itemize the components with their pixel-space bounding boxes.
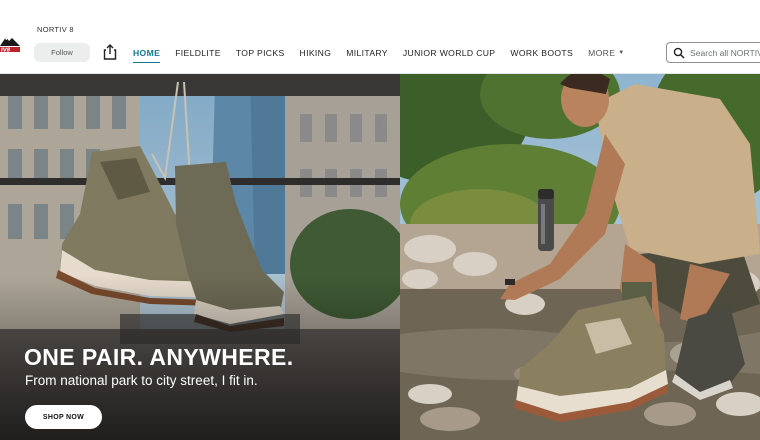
nav-item-military[interactable]: MILITARY: [346, 47, 388, 63]
brand-name: NORTIV 8: [37, 25, 74, 34]
share-icon[interactable]: [102, 43, 118, 61]
nav-more-dropdown[interactable]: MORE ▼: [588, 47, 624, 63]
store-nav: HOME FIELDLITE TOP PICKS HIKING MILITARY…: [133, 47, 625, 63]
shop-now-button[interactable]: SHOP NOW: [25, 405, 102, 429]
mountain-logo-icon[interactable]: IV8: [0, 32, 20, 56]
store-header: IV8 NORTIV 8 Follow HOME FIELDLITE TOP P…: [0, 0, 760, 74]
svg-text:IV8: IV8: [1, 48, 11, 54]
caret-down-icon: ▼: [618, 50, 625, 56]
search-icon: [673, 47, 685, 59]
nav-item-top-picks[interactable]: TOP PICKS: [236, 47, 285, 63]
search-input[interactable]: [690, 47, 760, 58]
hiker-kneeling-stream-photo: [400, 74, 760, 440]
nav-item-hiking[interactable]: HIKING: [300, 47, 332, 63]
nav-item-junior-world-cup[interactable]: JUNIOR WORLD CUP: [403, 47, 496, 63]
hero-banner[interactable]: ONE PAIR. ANYWHERE. From national park t…: [0, 74, 760, 440]
store-search[interactable]: [666, 42, 760, 63]
follow-button[interactable]: Follow: [34, 43, 90, 62]
hero-headline: ONE PAIR. ANYWHERE.: [24, 344, 294, 370]
nav-item-work-boots[interactable]: WORK BOOTS: [510, 47, 573, 63]
nav-item-home[interactable]: HOME: [133, 47, 161, 63]
nav-more-label: MORE: [588, 48, 616, 58]
hero-subline: From national park to city street, I fit…: [25, 373, 258, 388]
nav-item-fieldlite[interactable]: FIELDLITE: [175, 47, 221, 63]
